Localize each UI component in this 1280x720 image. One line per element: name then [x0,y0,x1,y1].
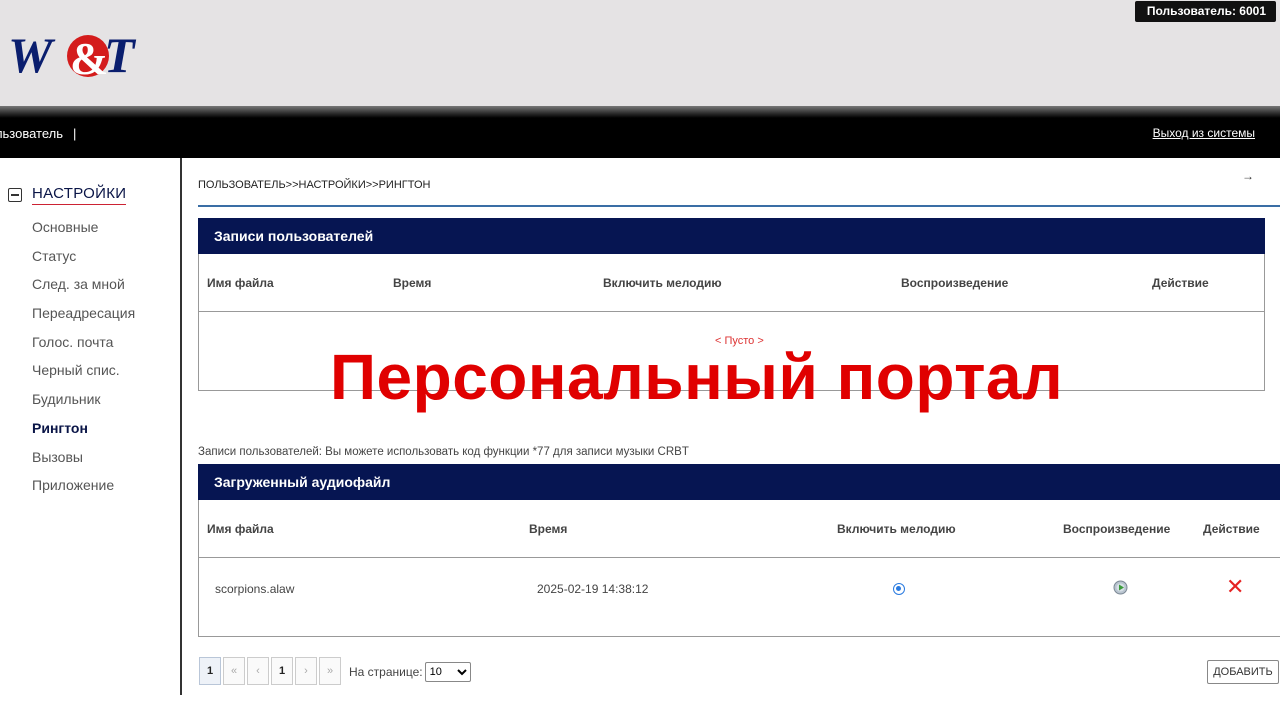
page-current-indicator[interactable]: 1 [199,657,221,685]
header: W & T Пользователь: 6001 [0,0,1280,106]
first-page-button[interactable]: « [223,657,245,685]
wt-logo: W & T [8,27,137,84]
col-action: Действие [1152,276,1209,290]
sidebar-item-basic[interactable]: Основные [32,217,135,246]
per-page-control: На странице: 10 [349,662,471,682]
col-action: Действие [1203,522,1260,536]
col-enable: Включить мелодию [603,276,722,290]
svg-text:T: T [104,27,137,83]
sidebar: НАСТРОЙКИ Основные Статус След. за мной … [0,158,182,695]
sidebar-item-calls[interactable]: Вызовы [32,447,135,476]
col-playback: Воспроизведение [901,276,1009,290]
logout-link[interactable]: Выход из системы [1153,126,1255,140]
svg-text:W: W [8,27,56,83]
play-icon[interactable] [1113,580,1128,595]
sidebar-item-status[interactable]: Статус [32,246,135,275]
sidebar-menu: Основные Статус След. за мной Переадреса… [32,217,135,504]
per-page-label: На странице: [349,665,423,679]
arrow-right-icon[interactable]: → [1242,169,1254,183]
navbar: ользователь | Выход из системы [0,118,1280,158]
enable-ringtone-radio[interactable] [893,583,905,595]
records-note: Записи пользователей: Вы можете использо… [198,446,689,458]
next-page-button[interactable]: › [295,657,317,685]
per-page-select[interactable]: 10 [424,662,471,682]
svg-text:&: & [70,33,108,84]
sidebar-section-title[interactable]: НАСТРОЙКИ [32,185,127,205]
uploaded-audio-title: Загруженный аудиофайл [198,464,1280,500]
sidebar-item-follow-me[interactable]: След. за мной [32,274,135,303]
header-divider-line [198,311,1265,312]
user-records-title: Записи пользователей [198,218,1265,254]
col-playback: Воспроизведение [1063,522,1171,536]
header-divider [0,106,1280,118]
breadcrumb-divider [198,205,1280,207]
add-button[interactable]: ДОБАВИТЬ [1207,660,1279,684]
sidebar-item-app[interactable]: Приложение [32,475,135,504]
breadcrumb: ПОЛЬЗОВАТЕЛЬ>>НАСТРОЙКИ>>РИНГТОН [198,179,431,191]
col-time: Время [529,522,568,536]
nav-separator: | [73,126,77,141]
sidebar-item-ringtone[interactable]: Рингтон [32,418,135,447]
col-filename: Имя файла [207,522,274,536]
prev-page-button[interactable]: ‹ [247,657,269,685]
col-filename: Имя файла [207,276,274,290]
nav-user-label: ользователь | [0,126,76,141]
sidebar-item-forwarding[interactable]: Переадресация [32,303,135,332]
pagination: 1 « ‹ 1 › » [199,657,343,685]
row-time: 2025-02-19 14:38:12 [537,582,649,596]
col-enable: Включить мелодию [837,522,956,536]
row-filename: scorpions.alaw [215,582,295,596]
page-number-button[interactable]: 1 [271,657,293,685]
header-divider-line [198,557,1280,558]
last-page-button[interactable]: » [319,657,341,685]
collapse-icon[interactable] [8,188,22,202]
nav-user-text[interactable]: ользователь [0,126,63,141]
uploaded-audio-table [198,500,1280,637]
overlay-title: Персональный портал [330,341,1064,413]
sidebar-item-voicemail[interactable]: Голос. почта [32,332,135,361]
sidebar-section-header[interactable]: НАСТРОЙКИ [8,185,127,205]
user-badge: Пользователь: 6001 [1134,1,1276,22]
sidebar-item-alarm[interactable]: Будильник [32,389,135,418]
delete-icon[interactable]: ✕ [1226,576,1244,598]
sidebar-item-blacklist[interactable]: Черный спис. [32,360,135,389]
col-time: Время [393,276,432,290]
